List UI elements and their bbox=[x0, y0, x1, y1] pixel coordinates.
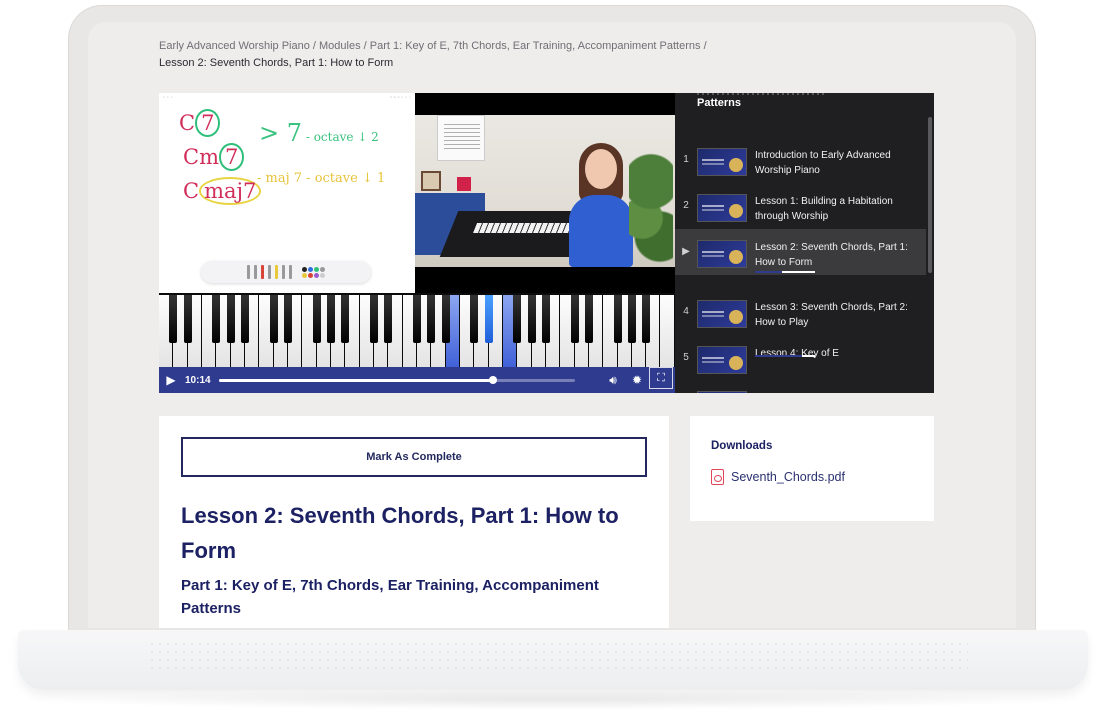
playlist-item-progress bbox=[755, 271, 815, 273]
chord-cm7: Cm 7 bbox=[183, 143, 245, 171]
playlist-item[interactable]: 6 Lesson 5: Ear Training, Part 1: bbox=[675, 380, 926, 393]
instructor bbox=[569, 195, 633, 267]
playlist-item-thumbnail bbox=[697, 391, 747, 393]
black-key bbox=[169, 295, 178, 343]
black-key bbox=[542, 295, 550, 343]
video-player[interactable]: ◦ ◦ ◦ ▫ ▫ ▫ ◦ ◦ ◦ C7 Cm 7 Cmaj7 > 7 - octa… bbox=[159, 93, 675, 393]
whiteboard-note-seven: > 7 - octave ↓ 2 bbox=[259, 119, 379, 147]
black-key bbox=[284, 295, 292, 343]
plant bbox=[629, 145, 673, 267]
whiteboard-top-toolbar: ◦ ◦ ◦ ▫ ▫ ▫ ◦ ◦ ◦ bbox=[163, 95, 411, 101]
playlist-title: Patterns bbox=[697, 93, 828, 109]
instructor-camera bbox=[415, 115, 675, 267]
lesson-title: Lesson 2: Seventh Chords, Part 1: How to… bbox=[181, 503, 619, 563]
playlist-item-thumbnail bbox=[697, 240, 747, 268]
black-key bbox=[441, 295, 450, 343]
playlist-item-thumbnail bbox=[697, 346, 747, 374]
black-key bbox=[226, 295, 235, 343]
downloads-title: Downloads bbox=[711, 440, 773, 452]
playlist-item-title: Lesson 3: Seventh Chords, Part 2: How to… bbox=[755, 302, 908, 328]
playlist-item[interactable]: 5 Lesson 4: Key of E bbox=[675, 335, 926, 381]
whiteboard-note-maj7: - maj 7 - octave ↓ 1 bbox=[257, 171, 386, 186]
current-time: 10:14 bbox=[185, 374, 211, 386]
breadcrumb: Early Advanced Worship Piano / Modules /… bbox=[159, 38, 759, 72]
black-key bbox=[484, 295, 493, 343]
playlist-item-title: Lesson 2: Seventh Chords, Part 1: How to… bbox=[755, 242, 908, 268]
breadcrumb-path[interactable]: Early Advanced Worship Piano / Modules /… bbox=[159, 40, 707, 52]
black-key bbox=[427, 295, 436, 343]
black-key bbox=[613, 295, 622, 343]
fullscreen-icon[interactable]: ⛶ bbox=[649, 367, 673, 389]
playlist-item-number: 2 bbox=[683, 200, 689, 211]
playlist-item-thumbnail bbox=[697, 300, 747, 328]
black-key bbox=[384, 295, 393, 343]
playlist-item-number: 4 bbox=[683, 306, 689, 317]
breadcrumb-current: Lesson 2: Seventh Chords, Part 1: How to… bbox=[159, 57, 394, 69]
playlist-item-number: ▶ bbox=[682, 246, 690, 257]
progress-thumb[interactable] bbox=[488, 375, 497, 384]
playlist-scrollbar[interactable] bbox=[928, 117, 932, 273]
downloads-card: Downloads Seventh_Chords.pdf bbox=[690, 416, 934, 521]
chord-c7: C7 bbox=[179, 109, 221, 137]
whiteboard-pen-toolbar bbox=[201, 261, 371, 283]
pdf-file-icon bbox=[711, 469, 724, 485]
playlist-item-title: Lesson 4: Key of E bbox=[755, 348, 839, 359]
playlist-item[interactable]: 2 Lesson 1: Building a Habitation through… bbox=[675, 183, 926, 229]
playlist-item-number: 6 bbox=[675, 391, 697, 393]
black-key bbox=[341, 295, 350, 343]
playlist-item[interactable]: ▶ Lesson 2: Seventh Chords, Part 1: How t… bbox=[675, 229, 926, 275]
black-key bbox=[212, 295, 221, 343]
playlist-item-progress-fill bbox=[755, 355, 802, 357]
mark-complete-button[interactable]: Mark As Complete bbox=[181, 437, 647, 477]
laptop-keyboard bbox=[148, 640, 968, 670]
playlist-item-thumbnail bbox=[697, 148, 747, 176]
progress-fill bbox=[218, 378, 493, 382]
download-item[interactable]: Seventh_Chords.pdf bbox=[711, 469, 845, 485]
playlist-item-title: Lesson 5: Ear Training, Part 1: bbox=[755, 391, 917, 393]
gear-icon[interactable]: ✹ bbox=[625, 367, 649, 393]
black-key bbox=[312, 295, 321, 343]
black-key bbox=[327, 295, 335, 343]
playlist-item-progress-fill bbox=[755, 271, 782, 273]
volume-icon[interactable]: 🔊︎ bbox=[601, 367, 625, 393]
playlist-item[interactable]: 1 Introduction to Early Advanced Worship … bbox=[675, 137, 926, 183]
playlist-item[interactable]: 4 Lesson 3: Seventh Chords, Part 2: How t… bbox=[675, 289, 926, 335]
black-key bbox=[570, 295, 579, 343]
picture-frame bbox=[457, 177, 471, 191]
laptop-screen: Early Advanced Worship Piano / Modules /… bbox=[88, 22, 1016, 628]
download-link[interactable]: Seventh_Chords.pdf bbox=[731, 470, 845, 484]
wall-poster bbox=[437, 115, 485, 161]
picture-frame bbox=[421, 171, 441, 191]
laptop-shadow bbox=[40, 690, 1066, 710]
black-key bbox=[470, 295, 479, 343]
playlist-item-progress bbox=[755, 355, 815, 357]
black-key bbox=[527, 295, 536, 343]
instructor-face bbox=[585, 149, 617, 189]
black-key bbox=[513, 295, 522, 343]
player-controls: ▶ 10:14 🔊︎ ✹ ⛶ bbox=[159, 367, 675, 393]
playlist-item-number: 1 bbox=[683, 154, 689, 165]
playlist-item-thumbnail bbox=[697, 194, 747, 222]
module-title: Part 1: Key of E, 7th Chords, Ear Traini… bbox=[181, 577, 599, 617]
whiteboard: ◦ ◦ ◦ ▫ ▫ ▫ ◦ ◦ ◦ C7 Cm 7 Cmaj7 > 7 - octa… bbox=[159, 93, 415, 293]
black-key bbox=[628, 295, 636, 343]
black-key bbox=[269, 295, 278, 343]
playlist-item-title: Lesson 1: Building a Habitation through … bbox=[755, 196, 893, 222]
black-key bbox=[642, 295, 651, 343]
progress-bar[interactable] bbox=[218, 375, 575, 384]
play-icon[interactable]: ▶ bbox=[159, 367, 183, 393]
black-key bbox=[183, 295, 192, 343]
lesson-card: Mark As Complete Lesson 2: Seventh Chord… bbox=[159, 416, 669, 628]
black-key bbox=[585, 295, 593, 343]
black-key bbox=[370, 295, 378, 343]
playlist-item-title: Introduction to Early Advanced Worship P… bbox=[755, 150, 891, 176]
black-key bbox=[413, 295, 421, 343]
chord-cmaj7: Cmaj7 bbox=[183, 177, 262, 205]
black-keys bbox=[159, 295, 675, 343]
playlist-item-number: 5 bbox=[683, 352, 689, 363]
lesson-playlist: Patterns 1 Introduction to Early Advanced… bbox=[675, 93, 934, 393]
black-key bbox=[241, 295, 249, 343]
